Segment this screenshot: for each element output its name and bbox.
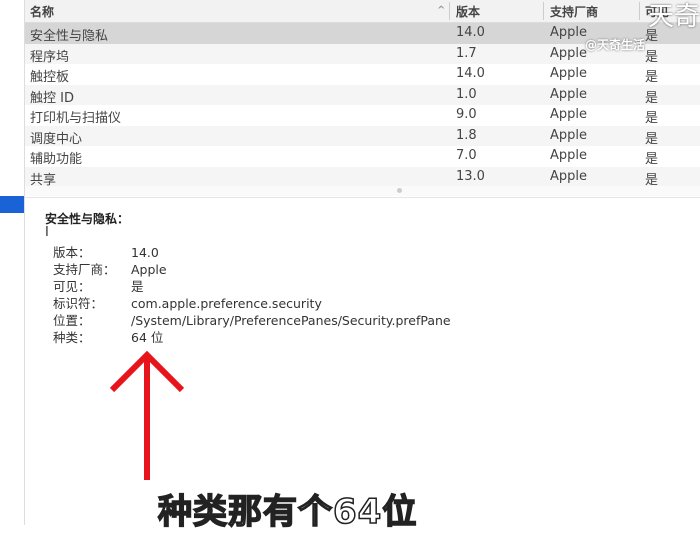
cell-vendor: Apple [550, 127, 588, 143]
cell-version: 7.0 [456, 148, 477, 163]
table-row[interactable]: 触控板 14.0 Apple 是 [25, 64, 700, 85]
field-value: 64 位 [131, 330, 164, 345]
cell-version: 1.7 [456, 45, 477, 61]
cell-name: 共享 [30, 172, 57, 188]
chevron-up-icon: ^ [437, 5, 446, 16]
cell-visible: 是 [645, 131, 659, 147]
cell-name: 安全性与隐私 [30, 29, 109, 44]
cell-version: 9.0 [456, 107, 477, 122]
detail-title: 安全性与隐私： [45, 212, 130, 226]
cell-vendor: Apple [550, 86, 588, 102]
cell-vendor: Apple [550, 168, 588, 184]
watermark-logo: 天奇 [647, 2, 700, 32]
field-value: 是 [131, 279, 144, 294]
watermark-handle: @天奇生活 [585, 38, 646, 52]
cell-version: 1.0 [456, 86, 477, 102]
cell-visible: 是 [645, 49, 659, 65]
table-row[interactable]: 辅助功能 7.0 Apple 是 [25, 146, 700, 167]
table-row[interactable]: 调度中心 1.8 Apple 是 [25, 125, 700, 147]
cell-version: 13.0 [456, 168, 485, 184]
cell-version: 14.0 [456, 66, 485, 81]
cell-vendor: Apple [550, 66, 588, 81]
cell-visible: 是 [645, 90, 659, 106]
cell-name: 触控板 [30, 70, 70, 85]
cell-vendor: Apple [550, 148, 588, 163]
sidebar [0, 0, 25, 525]
cell-visible: 是 [645, 70, 659, 85]
cell-vendor: Apple [550, 45, 588, 61]
cell-vendor: Apple [550, 107, 588, 122]
field-value: Apple [131, 262, 167, 277]
field-value: /System/Library/PreferencePanes/Security… [131, 313, 451, 328]
field-value: 14.0 [131, 245, 159, 260]
cell-visible: 是 [645, 111, 659, 126]
cell-version: 1.8 [456, 127, 477, 143]
cell-name: 触控 ID [30, 90, 74, 106]
field-value: com.apple.preference.security [131, 296, 322, 311]
table-row[interactable]: 打印机与扫描仪 9.0 Apple 是 [25, 105, 700, 126]
column-name[interactable]: 名称 [30, 3, 54, 20]
detail-field: 种类： 64 位 [53, 327, 163, 346]
cell-name: 辅助功能 [30, 152, 83, 167]
table-row[interactable]: 触控 ID 1.0 Apple 是 [25, 84, 700, 106]
field-label: 种类： [53, 330, 91, 345]
splitter[interactable] [25, 186, 700, 196]
cell-version: 14.0 [456, 25, 485, 40]
video-caption: 种类那有个64位 [157, 491, 418, 533]
cell-name: 调度中心 [30, 131, 83, 147]
cell-visible: 是 [645, 172, 659, 188]
cell-vendor: Apple [550, 25, 588, 40]
cell-name: 程序坞 [30, 49, 70, 65]
table-header: 名称 ^ 版本 支持厂商 可见 [25, 0, 700, 23]
sidebar-selected-item[interactable] [0, 196, 24, 213]
cell-visible: 是 [645, 152, 659, 167]
column-version[interactable]: 版本 [456, 3, 480, 20]
cell-name: 打印机与扫描仪 [30, 111, 122, 126]
splitter-handle[interactable] [397, 188, 402, 193]
red-arrow-annotation [109, 350, 185, 480]
table-row[interactable]: 共享 13.0 Apple 是 [25, 166, 700, 188]
column-vendor[interactable]: 支持厂商 [550, 3, 598, 20]
text-cursor-icon: I [45, 225, 49, 240]
extensions-table: 名称 ^ 版本 支持厂商 可见 安全性与隐私 14.0 Apple 是 程序坞 1.7 Ap… [25, 0, 700, 190]
